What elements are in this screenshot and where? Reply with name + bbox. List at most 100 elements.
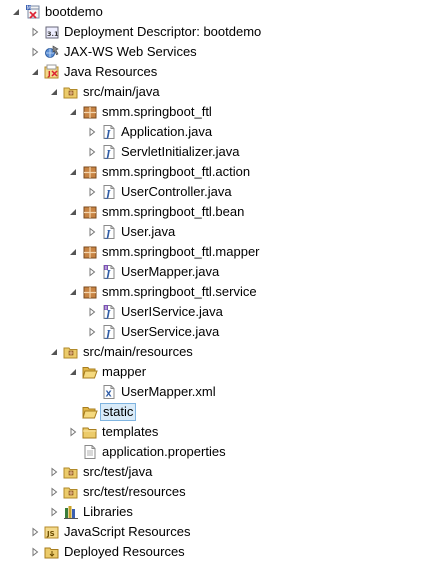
svg-text:J: J	[104, 330, 111, 340]
tree-item-pkg-bean[interactable]: smm.springboot_ftl.bean	[0, 202, 448, 222]
tree-item-label: Deployment Descriptor: bootdemo	[64, 24, 262, 39]
tree-item-servletinitializer-java[interactable]: J ServletInitializer.java	[0, 142, 448, 162]
tree-item-usercontroller-java[interactable]: J UserController.java	[0, 182, 448, 202]
tree-item-user-java[interactable]: J User.java	[0, 222, 448, 242]
expanded-arrow-icon[interactable]	[10, 2, 22, 22]
tree-item-src-test-java[interactable]: src/test/java	[0, 462, 448, 482]
tree-item-label: JAX-WS Web Services	[64, 44, 197, 59]
tree-item-src-main-java[interactable]: src/main/java	[0, 82, 448, 102]
svg-text:J: J	[104, 270, 111, 280]
java-file-icon: J	[101, 324, 117, 340]
tree-item-application-java[interactable]: J Application.java	[0, 122, 448, 142]
folder-icon	[82, 424, 98, 440]
tree-item-label: src/test/java	[83, 464, 153, 479]
tree-item-application-properties[interactable]: application.properties	[0, 442, 448, 462]
expanded-arrow-icon[interactable]	[67, 102, 79, 122]
tree-item-libraries[interactable]: Libraries	[0, 502, 448, 522]
expanded-arrow-icon[interactable]	[48, 342, 60, 362]
expanded-arrow-icon[interactable]	[67, 242, 79, 262]
tree-item-deployed-resources[interactable]: Deployed Resources	[0, 542, 448, 562]
collapsed-arrow-icon[interactable]	[29, 522, 41, 542]
expanded-arrow-icon[interactable]	[29, 62, 41, 82]
svg-text:3.1: 3.1	[47, 30, 59, 38]
collapsed-arrow-icon[interactable]	[86, 222, 98, 242]
tree-item-mapper-folder[interactable]: mapper	[0, 362, 448, 382]
collapsed-arrow-icon[interactable]	[86, 262, 98, 282]
tree-item-label: UserMapper.xml	[121, 384, 216, 399]
tree-item-jax-ws[interactable]: JAX-WS Web Services	[0, 42, 448, 62]
collapsed-arrow-icon[interactable]	[29, 22, 41, 42]
open-folder-icon	[82, 364, 98, 380]
svg-text:J: J	[104, 230, 111, 240]
collapsed-arrow-icon[interactable]	[29, 42, 41, 62]
collapsed-arrow-icon[interactable]	[86, 302, 98, 322]
package-icon	[82, 164, 98, 180]
source-folder-icon	[63, 484, 79, 500]
expanded-arrow-icon[interactable]	[67, 162, 79, 182]
expanded-arrow-icon[interactable]	[67, 202, 79, 222]
tree-item-java-resources[interactable]: J Java Resources	[0, 62, 448, 82]
project-explorer-tree: Mbootdemo 3.1 Deployment Descriptor: bootd…	[0, 0, 448, 566]
package-icon	[82, 284, 98, 300]
package-icon	[82, 244, 98, 260]
package-icon	[82, 204, 98, 220]
tree-item-label: mapper	[102, 364, 147, 379]
tree-item-label: JavaScript Resources	[64, 524, 191, 539]
tree-item-pkg-service[interactable]: smm.springboot_ftl.service	[0, 282, 448, 302]
svg-text:J: J	[47, 70, 51, 78]
tree-item-userservice-java[interactable]: J UserService.java	[0, 322, 448, 342]
collapsed-arrow-icon[interactable]	[86, 322, 98, 342]
tree-item-label: application.properties	[102, 444, 226, 459]
svg-text:J: J	[104, 310, 111, 320]
xml-file-icon: X	[101, 384, 117, 400]
tree-item-static-folder[interactable]: static	[0, 402, 448, 422]
collapsed-arrow-icon[interactable]	[48, 482, 60, 502]
java-resources-icon: J	[44, 64, 60, 80]
collapsed-arrow-icon[interactable]	[29, 542, 41, 562]
tree-item-label: smm.springboot_ftl	[102, 104, 212, 119]
svg-text:JS: JS	[46, 530, 55, 538]
source-folder-icon	[63, 464, 79, 480]
tree-item-bootdemo[interactable]: Mbootdemo	[0, 2, 448, 22]
tree-item-src-main-resources[interactable]: src/main/resources	[0, 342, 448, 362]
tree-item-label: src/main/resources	[83, 344, 193, 359]
expanded-arrow-icon[interactable]	[67, 362, 79, 382]
tree-item-usermapper-xml[interactable]: X UserMapper.xml	[0, 382, 448, 402]
svg-text:J: J	[104, 190, 111, 200]
svg-text:M: M	[27, 5, 31, 11]
tree-item-label: smm.springboot_ftl.bean	[102, 204, 245, 219]
tree-item-label: Java Resources	[64, 64, 158, 79]
tree-item-label: Deployed Resources	[64, 544, 185, 559]
tree-item-label: static	[100, 403, 137, 421]
tree-item-label: Libraries	[83, 504, 133, 519]
tree-item-pkg-ftl[interactable]: smm.springboot_ftl	[0, 102, 448, 122]
java-file-icon: J	[101, 144, 117, 160]
tree-item-label: ServletInitializer.java	[121, 144, 240, 159]
collapsed-arrow-icon[interactable]	[48, 462, 60, 482]
properties-file-icon	[82, 444, 98, 460]
tree-item-useriservice-java[interactable]: J I UserIService.java	[0, 302, 448, 322]
tree-item-label: UserService.java	[121, 324, 220, 339]
collapsed-arrow-icon[interactable]	[67, 422, 79, 442]
java-file-icon: J	[101, 184, 117, 200]
source-folder-icon	[63, 344, 79, 360]
tree-item-pkg-mapper[interactable]: smm.springboot_ftl.mapper	[0, 242, 448, 262]
open-folder-icon	[82, 404, 98, 420]
tree-item-label: templates	[102, 424, 159, 439]
collapsed-arrow-icon[interactable]	[86, 182, 98, 202]
collapsed-arrow-icon[interactable]	[86, 122, 98, 142]
tree-item-label: UserIService.java	[121, 304, 223, 319]
collapsed-arrow-icon[interactable]	[86, 142, 98, 162]
expanded-arrow-icon[interactable]	[67, 282, 79, 302]
tree-item-src-test-resources[interactable]: src/test/resources	[0, 482, 448, 502]
project-icon: M	[25, 4, 41, 20]
tree-item-templates-folder[interactable]: templates	[0, 422, 448, 442]
tree-item-deployment-descriptor[interactable]: 3.1 Deployment Descriptor: bootdemo	[0, 22, 448, 42]
tree-item-pkg-action[interactable]: smm.springboot_ftl.action	[0, 162, 448, 182]
collapsed-arrow-icon[interactable]	[48, 502, 60, 522]
package-icon	[82, 104, 98, 120]
expanded-arrow-icon[interactable]	[48, 82, 60, 102]
svg-text:X: X	[106, 390, 113, 399]
tree-item-usermapper-java[interactable]: J I UserMapper.java	[0, 262, 448, 282]
tree-item-javascript-resources[interactable]: JS JavaScript Resources	[0, 522, 448, 542]
